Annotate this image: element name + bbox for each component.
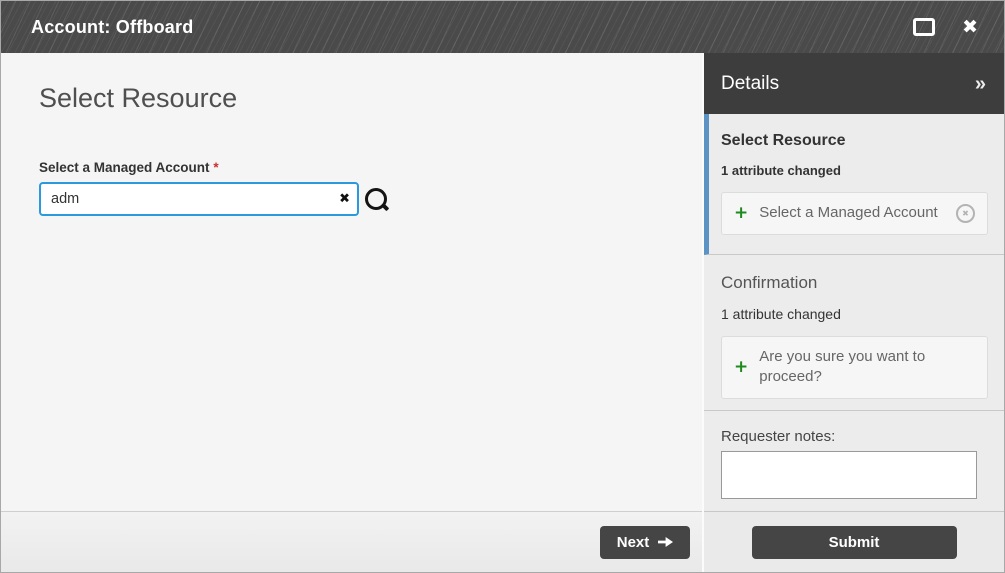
section-select-resource: Select Resource 1 attribute changed + Se…: [704, 114, 1004, 255]
main-panel: Select Resource Select a Managed Account…: [1, 53, 702, 572]
section-status: 1 attribute changed: [721, 306, 988, 322]
attribute-card: + Select a Managed Account ✖: [721, 192, 988, 235]
page-title: Select Resource: [39, 83, 672, 114]
managed-account-label-text: Select a Managed Account: [39, 160, 210, 175]
details-header: Details »: [704, 53, 1004, 114]
close-icon[interactable]: ✖: [962, 18, 978, 37]
submit-button[interactable]: Submit: [752, 526, 957, 559]
main-content: Select Resource Select a Managed Account…: [1, 53, 702, 511]
collapse-panel-icon[interactable]: »: [975, 74, 986, 94]
requester-notes-label: Requester notes:: [721, 428, 988, 445]
details-header-title: Details: [721, 73, 779, 95]
section-title: Select Resource: [721, 132, 988, 150]
submit-button-label: Submit: [829, 534, 880, 551]
maximize-icon[interactable]: [913, 18, 935, 36]
attribute-label: Select a Managed Account: [759, 203, 937, 223]
managed-account-label: Select a Managed Account *: [39, 160, 672, 175]
section-confirmation: Confirmation 1 attribute changed + Are y…: [704, 255, 1004, 411]
next-button[interactable]: Next: [600, 526, 690, 559]
requester-notes-section: Requester notes:: [704, 411, 1004, 511]
next-button-label: Next: [617, 534, 650, 551]
sidebar-footer: Submit: [704, 511, 1004, 572]
remove-attribute-glyph: ✖: [962, 209, 969, 218]
details-sidebar: Details » Select Resource 1 attribute ch…: [704, 53, 1004, 572]
added-attribute-icon: +: [734, 205, 748, 222]
titlebar-actions: ✖: [913, 18, 978, 37]
dialog-body: Select Resource Select a Managed Account…: [1, 53, 1004, 572]
titlebar: Account: Offboard ✖: [1, 1, 1004, 53]
requester-notes-textarea[interactable]: [721, 451, 977, 499]
window-title: Account: Offboard: [31, 17, 193, 38]
required-marker: *: [213, 160, 218, 175]
search-box: ✖: [39, 182, 359, 216]
attribute-card: + Are you sure you want to proceed?: [721, 336, 988, 399]
offboard-dialog: Account: Offboard ✖ Select Resource Sele…: [0, 0, 1005, 573]
right-arrow-icon: [658, 536, 673, 548]
details-sections: Select Resource 1 attribute changed + Se…: [704, 114, 1004, 511]
search-icon[interactable]: [364, 186, 390, 213]
added-attribute-icon: +: [734, 359, 748, 376]
section-status: 1 attribute changed: [721, 163, 988, 178]
managed-account-input-row: ✖: [39, 182, 672, 216]
managed-account-search-input[interactable]: [39, 182, 359, 216]
attribute-label: Are you sure you want to proceed?: [759, 347, 969, 388]
main-footer: Next: [1, 511, 702, 572]
section-title: Confirmation: [721, 273, 988, 293]
remove-attribute-icon[interactable]: ✖: [956, 204, 975, 223]
clear-input-icon[interactable]: ✖: [339, 192, 350, 207]
